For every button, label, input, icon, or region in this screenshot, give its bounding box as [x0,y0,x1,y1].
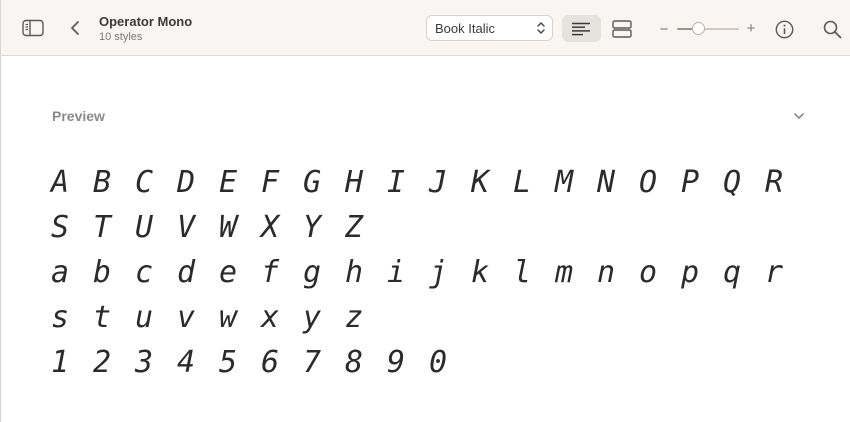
glyph: G [303,165,322,200]
zoom-slider-knob[interactable] [692,22,706,35]
text-align-icon [570,20,592,38]
glyph: 2 [93,345,112,380]
glyph: c [135,255,154,290]
glyph: J [429,165,448,200]
font-family-name: Operator Mono [99,14,193,29]
stacked-rows-icon [612,20,632,38]
view-mode-stack-button[interactable] [609,18,635,40]
glyph: k [471,255,490,290]
glyph: e [219,255,238,290]
glyph: W [219,210,238,245]
info-icon [775,20,793,38]
zoom-in-button[interactable]: + [744,19,758,37]
glyph: H [345,165,364,200]
glyph-row: 1234567890 [51,340,831,385]
glyph: a [51,255,70,290]
glyph: D [177,165,196,200]
glyph: o [639,255,658,290]
glyph: R [765,165,784,200]
glyph: V [177,210,196,245]
glyph: Q [723,165,742,200]
glyph-row: stuvwxyz [51,295,831,340]
glyph: p [681,255,700,290]
glyph: t [93,300,112,335]
glyph: 6 [261,345,280,380]
glyph: Z [345,210,364,245]
chevron-updown-icon [537,22,545,34]
info-button[interactable] [773,18,795,40]
glyph: 0 [429,345,448,380]
glyph: j [429,255,448,290]
glyph: r [765,255,784,290]
glyph: f [261,255,280,290]
preview-section-title: Preview [52,108,105,124]
chevron-down-icon[interactable] [793,110,805,122]
glyph: h [345,255,364,290]
glyph: x [261,300,280,335]
glyph: F [261,165,280,200]
style-select[interactable]: Book Italic [426,15,553,41]
glyph: 3 [135,345,154,380]
back-button[interactable] [67,18,83,38]
glyph: 8 [345,345,364,380]
glyph: q [723,255,742,290]
glyph-row: abcdefghijklmnopqr [51,250,831,295]
glyph: d [177,255,196,290]
glyph: 5 [219,345,238,380]
glyph: M [555,165,574,200]
glyph: w [219,300,238,335]
glyph: b [93,255,112,290]
glyph: Y [303,210,322,245]
chevron-left-icon [71,21,79,35]
font-book-window: Operator Mono 10 styles Book Italic − + … [0,0,850,422]
style-count: 10 styles [99,31,143,43]
glyph: n [597,255,616,290]
zoom-in-icon: + [746,19,756,37]
glyph: P [681,165,700,200]
glyph: v [177,300,196,335]
glyph: l [513,255,532,290]
glyph: O [639,165,658,200]
glyph: 4 [177,345,196,380]
glyph: E [219,165,238,200]
toolbar: Operator Mono 10 styles Book Italic − + [1,0,850,56]
glyph: N [597,165,616,200]
glyph: i [387,255,406,290]
glyph: m [555,255,574,290]
search-button[interactable] [821,18,843,40]
glyph: K [471,165,490,200]
glyph: S [51,210,70,245]
glyph: s [51,300,70,335]
glyph: T [93,210,112,245]
glyph-preview: ABCDEFGHIJKLMNOPQRSTUVWXYZabcdefghijklmn… [51,160,831,385]
zoom-out-button[interactable]: − [657,20,671,38]
glyph: 1 [51,345,70,380]
glyph-row: STUVWXYZ [51,205,831,250]
glyph: X [261,210,280,245]
glyph: L [513,165,532,200]
font-title-block: Operator Mono 10 styles [99,14,192,44]
glyph: g [303,255,322,290]
glyph: C [135,165,154,200]
glyph: u [135,300,154,335]
zoom-out-icon: − [659,20,669,38]
glyph: z [345,300,364,335]
glyph: U [135,210,154,245]
search-icon [823,20,841,38]
glyph: B [93,165,112,200]
style-select-value: Book Italic [435,21,495,36]
glyph: 7 [303,345,322,380]
glyph: y [303,300,322,335]
glyph-row: ABCDEFGHIJKLMNOPQR [51,160,831,205]
sidebar-toggle-icon[interactable] [21,18,45,38]
glyph: A [51,165,70,200]
glyph: 9 [387,345,406,380]
glyph: I [387,165,406,200]
